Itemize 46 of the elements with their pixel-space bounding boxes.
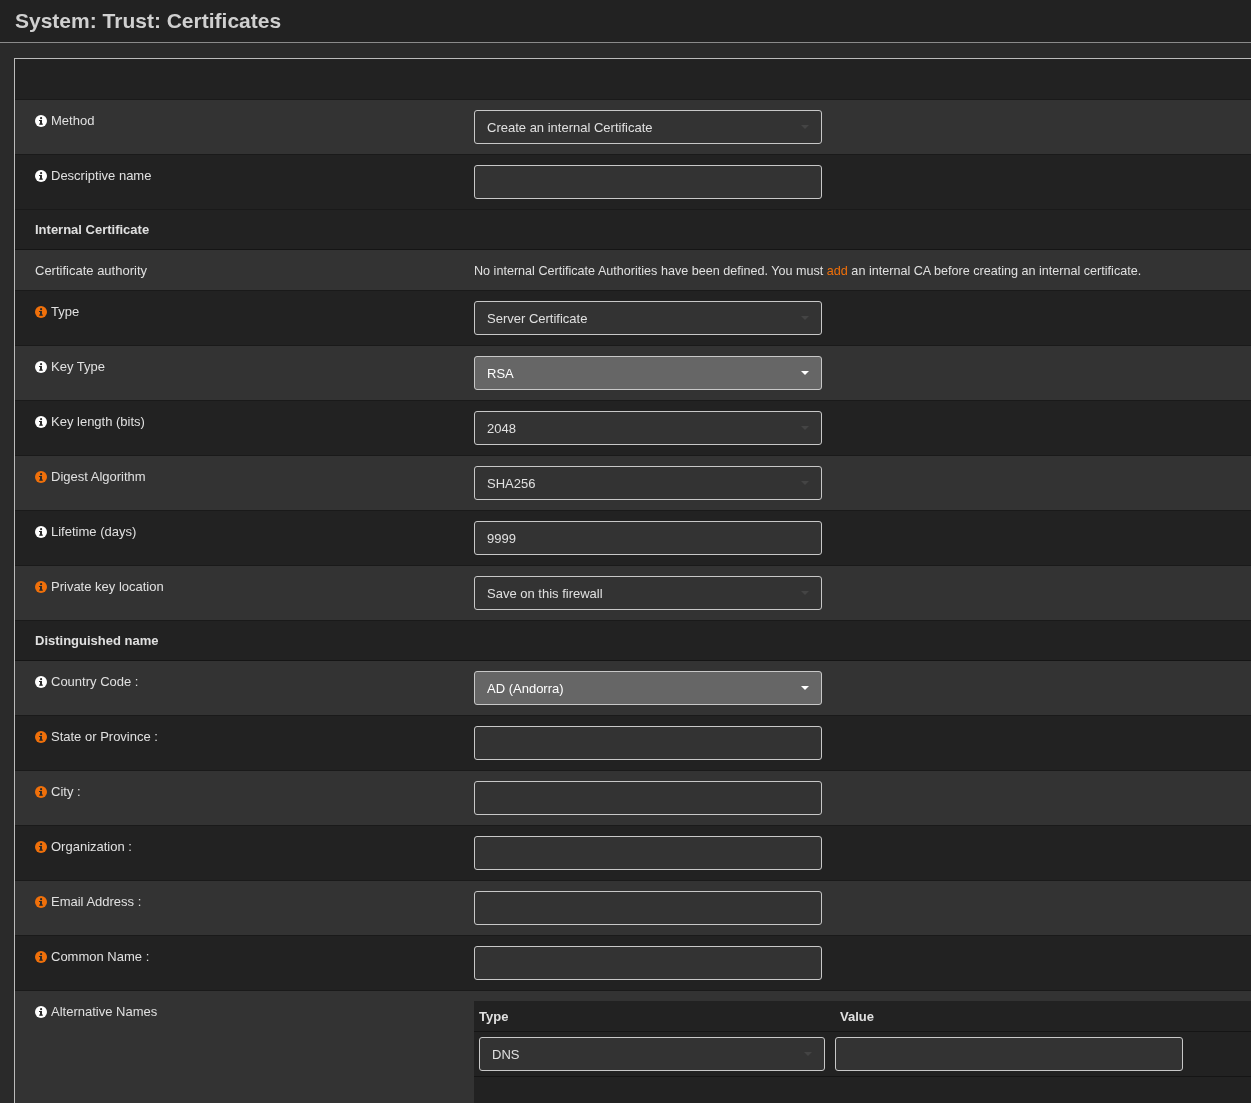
select-dropdown[interactable]: 2048 bbox=[474, 411, 822, 445]
field-label: Certificate authority bbox=[35, 262, 147, 278]
field-label: State or Province : bbox=[51, 729, 158, 744]
field-label: Country Code : bbox=[51, 674, 139, 689]
field-label: Alternative Names bbox=[51, 1004, 158, 1019]
field-label: Descriptive name bbox=[51, 168, 152, 183]
input-field[interactable] bbox=[474, 836, 822, 870]
field-label: Private key location bbox=[51, 579, 164, 594]
select-dropdown[interactable]: DNS bbox=[479, 1037, 825, 1071]
page-title: System: Trust: Certificates bbox=[15, 9, 282, 33]
field-label: Common Name : bbox=[51, 949, 150, 964]
add-link[interactable]: add bbox=[826, 263, 848, 278]
input-field[interactable]: 9999 bbox=[474, 521, 822, 555]
info-message: No internal Certificate Authorities have been defined. You must add an internal CA before creating an internal certificate. bbox=[474, 263, 1142, 278]
section-heading: Distinguished name bbox=[35, 633, 159, 648]
field-label: Method bbox=[51, 113, 95, 128]
select-dropdown[interactable]: Save on this firewall bbox=[474, 576, 822, 610]
field-label: Type bbox=[51, 304, 80, 319]
input-field[interactable] bbox=[474, 726, 822, 760]
info-icon[interactable] bbox=[35, 416, 47, 428]
field-label: Key length (bits) bbox=[51, 414, 145, 429]
input-field[interactable] bbox=[474, 891, 822, 925]
info-icon[interactable] bbox=[35, 361, 47, 373]
select-dropdown[interactable]: AD (Andorra) bbox=[474, 671, 822, 705]
input-field[interactable] bbox=[474, 946, 822, 980]
section-heading: Internal Certificate bbox=[35, 222, 150, 237]
input-field[interactable] bbox=[835, 1037, 1183, 1071]
field-label: Digest Algorithm bbox=[51, 469, 146, 484]
column-header: Type bbox=[478, 1008, 510, 1024]
input-field[interactable] bbox=[474, 165, 822, 199]
field-label: Lifetime (days) bbox=[51, 524, 137, 539]
field-label: Organization : bbox=[51, 839, 132, 854]
input-field[interactable] bbox=[474, 781, 822, 815]
select-dropdown[interactable]: RSA bbox=[474, 356, 822, 390]
select-dropdown[interactable]: SHA256 bbox=[474, 466, 822, 500]
field-label: Key Type bbox=[51, 359, 105, 374]
info-icon[interactable] bbox=[35, 115, 47, 127]
select-dropdown[interactable]: Server Certificate bbox=[474, 301, 822, 335]
info-icon[interactable] bbox=[35, 526, 47, 538]
info-icon[interactable] bbox=[35, 1006, 47, 1018]
field-label: Email Address : bbox=[51, 894, 142, 909]
column-header: Value bbox=[839, 1008, 874, 1024]
info-icon[interactable] bbox=[35, 170, 47, 182]
info-icon[interactable] bbox=[35, 676, 47, 688]
select-dropdown[interactable]: Create an internal Certificate bbox=[474, 110, 822, 144]
field-label: City : bbox=[51, 784, 81, 799]
